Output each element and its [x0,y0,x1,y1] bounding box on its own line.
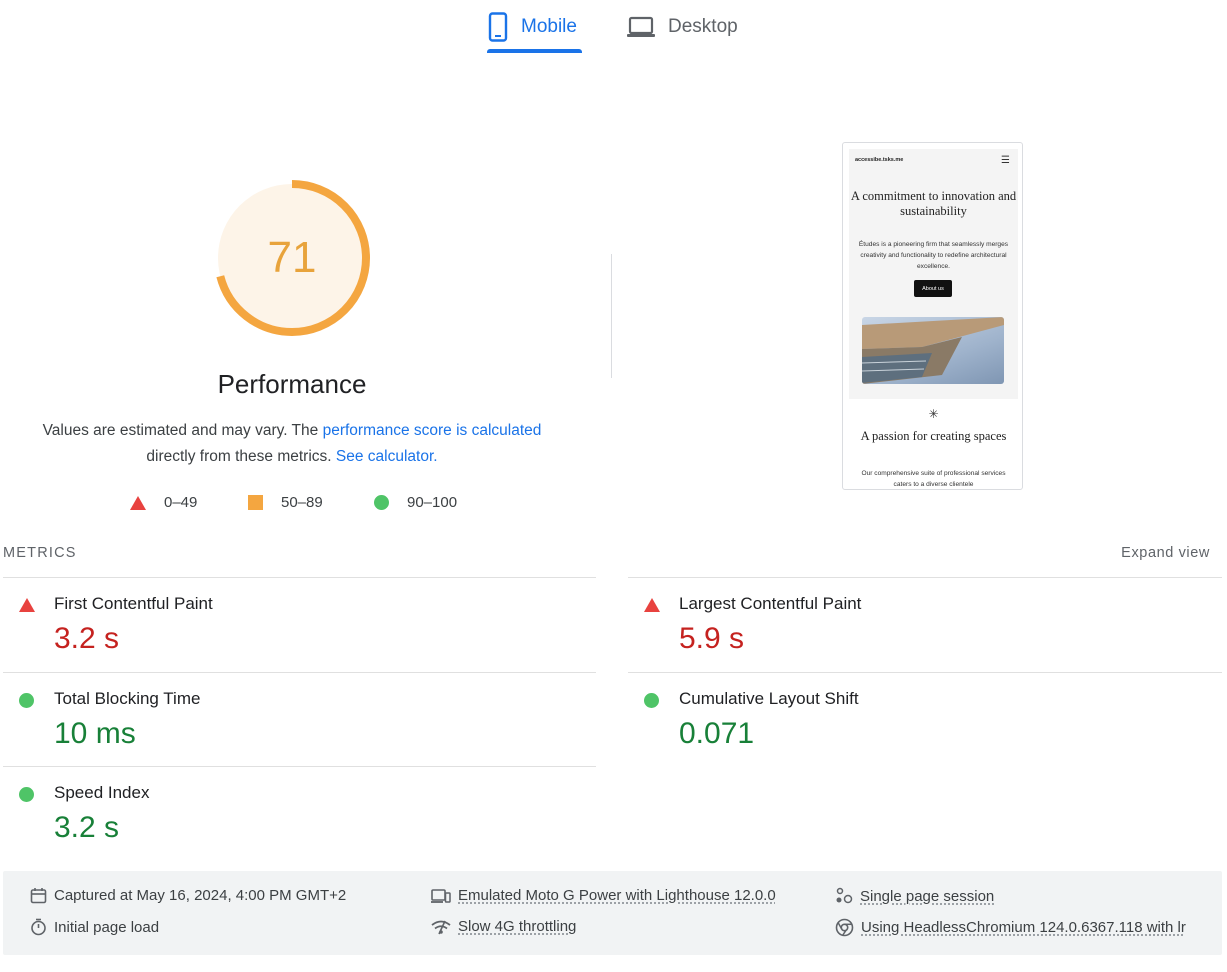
active-tab-indicator [487,49,582,53]
metric-name: Speed Index [54,783,150,802]
red-triangle-icon [19,598,35,612]
red-triangle-icon [644,598,660,612]
orange-square-icon [248,495,263,510]
metric-cumulative-layout-shift: Cumulative Layout Shift 0.071 [625,673,1195,767]
metric-value: 3.2 s [54,811,120,844]
metric-total-blocking-time: Total Blocking Time 10 ms [0,673,570,767]
signal-icon [431,919,451,935]
throttling-info[interactable]: Slow 4G throttling [431,918,576,935]
legend-range-fail: 0–49 [164,494,198,511]
metric-name: Cumulative Layout Shift [679,689,859,708]
browser-text: Using HeadlessChromium 124.0.6367.118 wi… [861,919,1186,936]
metric-largest-contentful-paint: Largest Contentful Paint 5.9 s [625,578,1195,672]
legend-item-pass: 90–100 [374,494,457,511]
initial-load-text: Initial page load [54,918,160,936]
devices-icon [431,888,451,904]
score-legend: 0–49 50–89 90–100 [0,494,600,516]
metric-value: 3.2 s [54,622,120,655]
performance-score-link[interactable]: performance score is calculated [323,422,542,439]
session-icon [835,887,853,905]
section-divider [611,254,612,378]
expand-view-toggle[interactable]: Expand view [1121,545,1210,561]
emulated-device-text: Emulated Moto G Power with Lighthouse 12… [458,887,776,904]
green-circle-icon [19,693,34,708]
tab-mobile-label: Mobile [521,16,577,37]
calendar-icon [30,887,47,904]
thumbnail-heading-2: A passion for creating spaces [860,429,1007,443]
phone-icon [487,12,509,42]
performance-title: Performance [217,369,367,399]
tab-desktop[interactable]: Desktop [626,0,738,54]
stopwatch-icon [30,918,47,936]
legend-item-average: 50–89 [248,494,323,511]
description-middle: directly from these metrics. [146,448,336,465]
tab-mobile[interactable]: Mobile [487,0,577,54]
performance-score: 71 [267,233,317,282]
run-info-bar: Captured at May 16, 2024, 4:00 PM GMT+2 … [3,871,1222,955]
red-triangle-icon [130,495,146,510]
thumbnail-about-button: About us [914,280,952,297]
performance-description: Values are estimated and may vary. The p… [0,418,584,470]
metric-value: 10 ms [54,717,136,750]
captured-text: Captured at May 16, 2024, 4:00 PM GMT+2 [54,887,347,904]
metric-name: Total Blocking Time [54,689,201,708]
metric-name: Largest Contentful Paint [679,594,862,613]
thumbnail-heading: A commitment to innovation and sustainab… [850,189,1017,218]
green-circle-icon [19,787,34,802]
metric-speed-index: Speed Index 3.2 s [0,767,570,861]
legend-range-pass: 90–100 [407,494,458,511]
thumbnail-site-name: accessibe.tsks.me [855,157,904,163]
metric-value: 0.071 [679,717,755,750]
hamburger-menu-icon: ☰ [1001,155,1010,166]
throttling-text: Slow 4G throttling [458,918,577,935]
calculator-link[interactable]: See calculator. [336,448,438,465]
legend-item-fail: 0–49 [130,494,197,511]
session-text: Single page session [860,887,995,905]
metric-first-contentful-paint: First Contentful Paint 3.2 s [0,578,570,672]
green-circle-icon [374,495,389,510]
page-screenshot-thumbnail[interactable]: accessibe.tsks.me ☰ A commitment to inno… [842,142,1023,490]
performance-gauge: 71 [212,178,372,338]
session-info[interactable]: Single page session [835,887,994,905]
laptop-icon [626,15,656,39]
captured-info: Captured at May 16, 2024, 4:00 PM GMT+2 [30,887,346,904]
green-circle-icon [644,693,659,708]
thumbnail-paragraph-2: Our comprehensive suite of professional … [861,470,1006,488]
thumbnail-building-image [862,317,1004,384]
thumbnail-paragraph: Études is a pioneering firm that seamles… [858,241,1009,270]
legend-range-average: 50–89 [281,494,323,511]
emulated-device-info[interactable]: Emulated Moto G Power with Lighthouse 12… [431,887,776,904]
description-prefix: Values are estimated and may vary. The [42,422,323,439]
metrics-section-label: METRICS [3,545,77,561]
metric-value: 5.9 s [679,622,745,655]
chrome-icon [835,918,854,937]
initial-load-info: Initial page load [30,918,159,936]
thumbnail-asterisk-icon: ✳ [928,407,939,421]
browser-info[interactable]: Using HeadlessChromium 124.0.6367.118 wi… [835,918,1186,937]
metric-name: First Contentful Paint [54,594,213,613]
tab-desktop-label: Desktop [668,16,738,37]
